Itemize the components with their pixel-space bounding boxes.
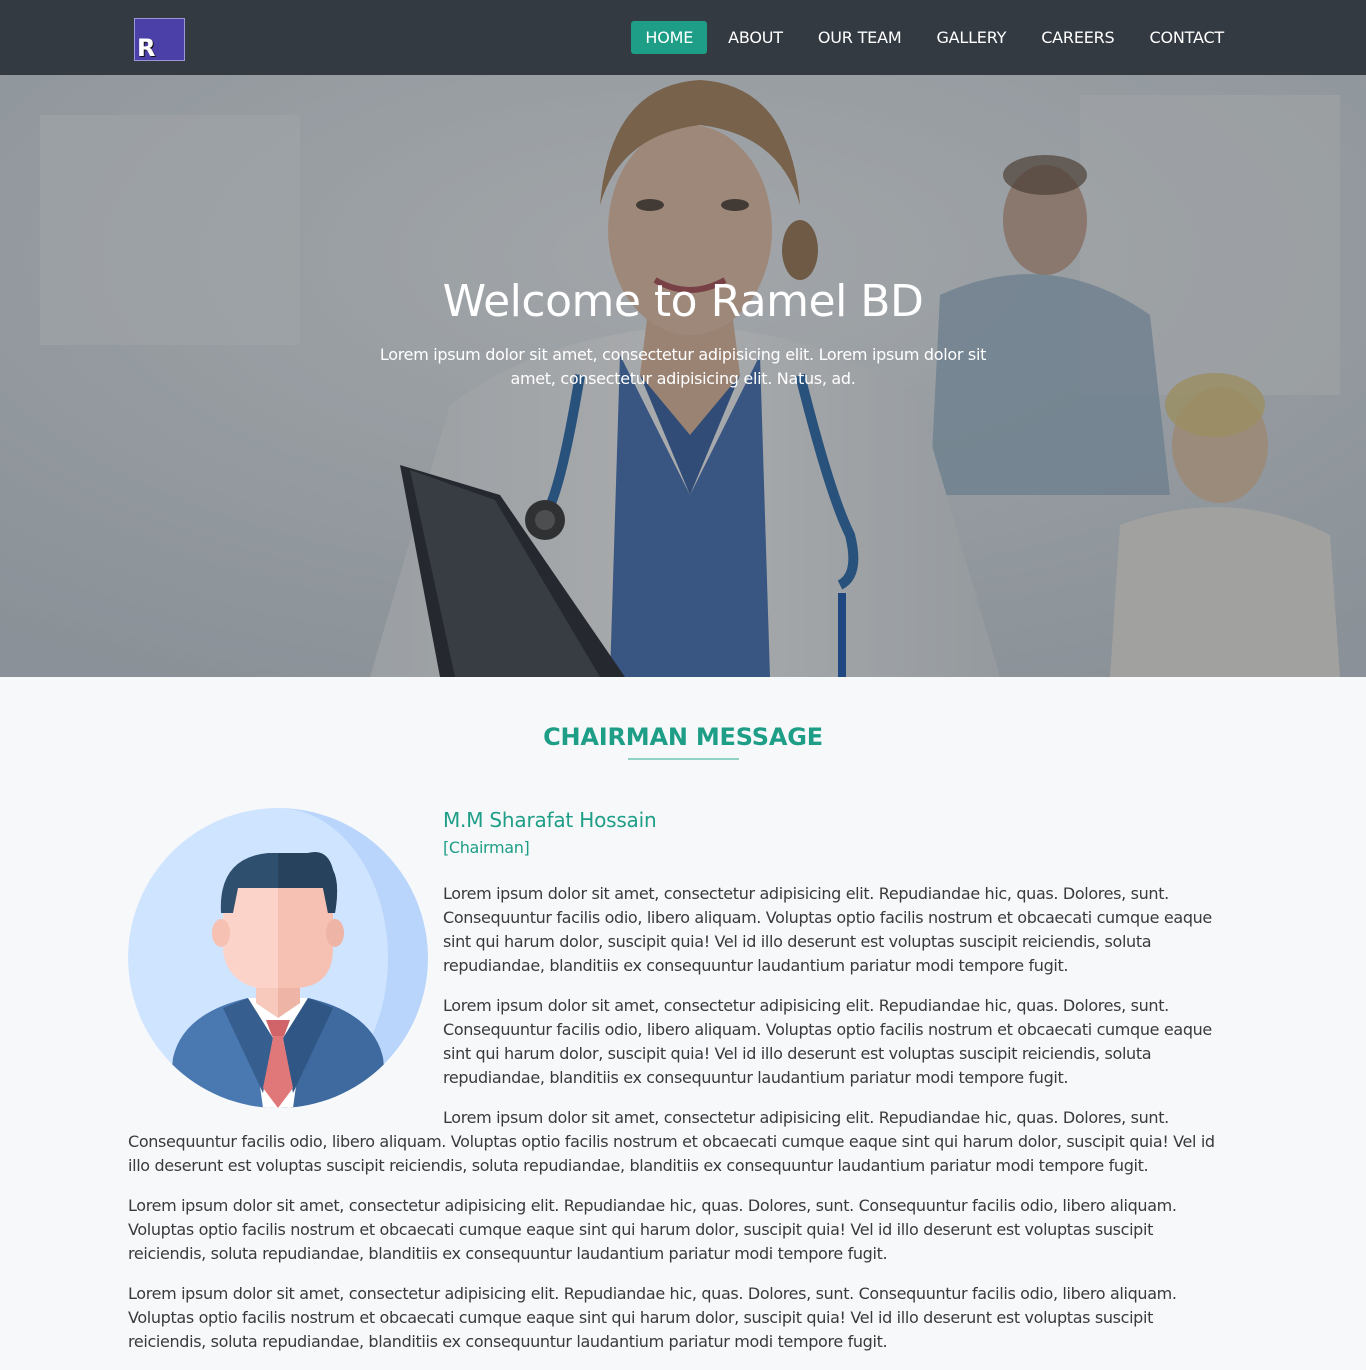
message-paragraph: Lorem ipsum dolor sit amet, consectetur … <box>128 1108 1215 1175</box>
nav-link-about[interactable]: ABOUT <box>714 21 797 54</box>
section-title-chairman: CHAIRMAN MESSAGE <box>543 723 823 751</box>
logo-letter: R <box>137 34 156 62</box>
hero-subtitle: Lorem ipsum dolor sit amet, consectetur … <box>379 345 987 388</box>
nav-link-home[interactable]: HOME <box>631 21 708 54</box>
navbar: R HOME ABOUT OUR TEAM GALLERY CAREERS CO… <box>0 0 1366 75</box>
chairman-message: M.M Sharafat Hossain [Chairman] Lorem ip… <box>128 806 1224 1370</box>
hero-banner: Welcome to Ramel BD Lorem ipsum dolor si… <box>0 75 1366 677</box>
nav-link-gallery[interactable]: GALLERY <box>922 21 1020 54</box>
nav-link-careers[interactable]: CAREERS <box>1027 21 1128 54</box>
nav-link-our-team[interactable]: OUR TEAM <box>804 21 916 54</box>
main-nav: HOME ABOUT OUR TEAM GALLERY CAREERS CONT… <box>624 21 1238 54</box>
chairman-avatar <box>128 808 428 1108</box>
hero-title: Welcome to Ramel BD <box>442 276 924 327</box>
message-paragraph: Lorem ipsum dolor sit amet, consectetur … <box>128 1284 1177 1351</box>
nav-link-contact[interactable]: CONTACT <box>1136 21 1238 54</box>
brand-logo[interactable]: R <box>134 18 185 61</box>
section-title-underline <box>628 758 739 760</box>
message-paragraph: Lorem ipsum dolor sit amet, consectetur … <box>128 1196 1177 1263</box>
